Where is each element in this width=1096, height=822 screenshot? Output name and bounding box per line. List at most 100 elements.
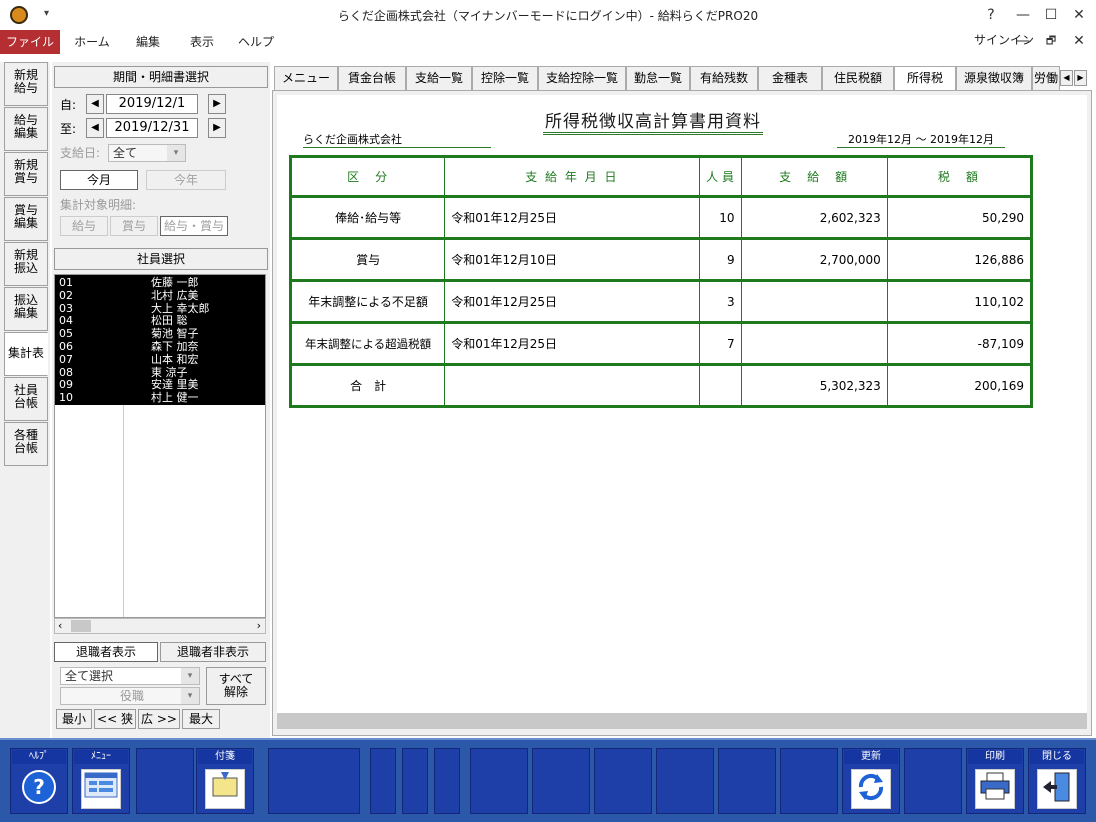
close-document-button[interactable]: ✕ [1066, 30, 1092, 52]
employee-row[interactable]: 07 山本 和宏 [55, 353, 265, 366]
detail-bonus-button[interactable]: 賞与 [110, 216, 158, 236]
employee-row[interactable]: 05 菊池 智子 [55, 328, 265, 340]
sticky-note-button[interactable]: 付箋 [196, 748, 254, 814]
scroll-left-icon[interactable]: ‹ [58, 619, 62, 632]
tab-various-ledger[interactable]: 各種 台帳 [4, 422, 48, 466]
tab-income-tax[interactable]: 所得税 [894, 66, 956, 91]
employee-row[interactable]: 06 森下 加奈 [55, 341, 265, 353]
to-prev-button[interactable]: ◀ [86, 118, 104, 138]
menu-file[interactable]: ファイル [0, 30, 60, 54]
tab-payment-deduction-list[interactable]: 支給控除一覧 [538, 66, 626, 90]
tab-labor[interactable]: 労働 [1032, 66, 1060, 90]
menu-edit[interactable]: 編集 [126, 30, 170, 54]
minimize-button[interactable]: — [1010, 4, 1036, 26]
restore-button[interactable]: 🗗 [1038, 30, 1064, 52]
print-button[interactable]: 印刷 [966, 748, 1024, 814]
menu-home[interactable]: ホーム [70, 30, 114, 54]
cell-pay-date: 令和01年12月25日 [444, 195, 700, 239]
column-divider [123, 405, 124, 617]
blank-function-key[interactable] [136, 748, 194, 814]
employee-row[interactable]: 10 村上 健一 [55, 392, 265, 404]
tab-denomination[interactable]: 金種表 [758, 66, 822, 90]
employee-row[interactable]: 04 松田 聡 [55, 315, 265, 327]
from-date-input[interactable]: 2019/12/1 [106, 94, 198, 114]
header-count: 人 員 [698, 156, 742, 197]
blank-function-key[interactable] [656, 748, 714, 814]
blank-function-key[interactable] [718, 748, 776, 814]
scroll-right-icon[interactable]: › [257, 619, 261, 632]
menu-help[interactable]: ヘルプ [234, 30, 278, 54]
report-scrollbar[interactable] [277, 713, 1087, 729]
close-window-button[interactable]: ✕ [1066, 4, 1092, 26]
blank-narrow-key-2[interactable] [402, 748, 428, 814]
blank-narrow-key-1[interactable] [370, 748, 396, 814]
employee-row[interactable]: 01 佐藤 一郎 [55, 277, 265, 289]
blank-wide-key[interactable] [268, 748, 360, 814]
menu-button[interactable]: ﾒﾆｭｰ [72, 748, 130, 814]
print-caption: 印刷 [968, 750, 1022, 764]
this-month-button[interactable]: 今月 [60, 170, 138, 190]
ribbon-minimize-button[interactable]: — [1010, 30, 1036, 52]
hide-retired-button[interactable]: 退職者非表示 [160, 642, 266, 662]
employee-list[interactable]: 01 佐藤 一郎 02 北村 広美 03 大上 幸太郎 04 松田 聡 05 菊池 智子 06 森下 … [54, 274, 266, 618]
tab-new-salary[interactable]: 新規 給与 [4, 62, 48, 106]
zoom-max-button[interactable]: 最大 [182, 709, 220, 729]
help-button[interactable]: ﾍﾙﾌﾟ ? [10, 748, 68, 814]
clear-all-button[interactable]: すべて 解除 [206, 667, 266, 705]
blank-narrow-key-3[interactable] [434, 748, 460, 814]
blank-function-key[interactable] [594, 748, 652, 814]
blank-function-key[interactable] [470, 748, 528, 814]
tab-scroll-right-icon[interactable]: ▶ [1074, 70, 1087, 86]
to-next-button[interactable]: ▶ [208, 118, 226, 138]
from-prev-button[interactable]: ◀ [86, 94, 104, 114]
tab-resident-tax[interactable]: 住民税額 [822, 66, 894, 90]
from-next-button[interactable]: ▶ [208, 94, 226, 114]
refresh-button[interactable]: 更新 [842, 748, 900, 814]
detail-salary-button[interactable]: 給与 [60, 216, 108, 236]
employee-row[interactable]: 02 北村 広美 [55, 289, 265, 302]
help-window-button[interactable]: ? [978, 4, 1004, 26]
tab-scroll-left-icon[interactable]: ◀ [1060, 70, 1073, 86]
tab-paid-leave[interactable]: 有給残数 [690, 66, 758, 90]
blank-function-key[interactable] [904, 748, 962, 814]
table-row: 年末調整による不足額 令和01年12月25日 3 110,102 [289, 279, 1033, 323]
cell-category: 賞与 [289, 237, 446, 281]
menu-view[interactable]: 表示 [180, 30, 224, 54]
show-retired-button[interactable]: 退職者表示 [54, 642, 158, 662]
detail-both-button[interactable]: 給与・賞与 [160, 216, 228, 236]
tab-new-transfer[interactable]: 新規 振込 [4, 242, 48, 286]
maximize-button[interactable]: ☐ [1038, 4, 1064, 26]
payday-select[interactable]: 全て ▾ [108, 144, 186, 162]
header-tax: 税 額 [886, 156, 1033, 197]
tab-edit-salary[interactable]: 給与 編集 [4, 107, 48, 151]
tab-deduction-list[interactable]: 控除一覧 [472, 66, 538, 90]
zoom-narrow-button[interactable]: << 狭 [94, 709, 136, 729]
employee-row[interactable]: 08 東 涼子 [55, 366, 265, 379]
to-date-input[interactable]: 2019/12/31 [106, 118, 198, 138]
tab-payment-list[interactable]: 支給一覧 [406, 66, 472, 90]
employee-name: 松田 聡 [151, 314, 188, 328]
menu-window-icon [81, 769, 121, 809]
blank-function-key[interactable] [532, 748, 590, 814]
scroll-thumb[interactable] [71, 620, 91, 632]
employee-row[interactable]: 09 安達 里美 [55, 379, 265, 391]
tab-attendance-list[interactable]: 勤怠一覧 [626, 66, 690, 90]
tab-employee-ledger[interactable]: 社員 台帳 [4, 377, 48, 421]
zoom-wide-button[interactable]: 広 >> [138, 709, 180, 729]
employee-list-scrollbar[interactable]: ‹ › [54, 618, 266, 634]
tab-wage-ledger[interactable]: 賃金台帳 [338, 66, 406, 90]
tab-new-bonus[interactable]: 新規 賞与 [4, 152, 48, 196]
blank-function-key[interactable] [780, 748, 838, 814]
employee-row[interactable]: 03 大上 幸太郎 [55, 302, 265, 315]
tab-summary[interactable]: 集計表 [4, 332, 48, 376]
position-dropdown[interactable]: 役職 ▾ [60, 687, 200, 705]
tab-menu[interactable]: メニュー [274, 66, 338, 90]
zoom-min-button[interactable]: 最小 [56, 709, 92, 729]
this-year-button[interactable]: 今年 [146, 170, 226, 190]
close-button[interactable]: 閉じる [1028, 748, 1086, 814]
select-all-dropdown[interactable]: 全て選択 ▾ [60, 667, 200, 685]
employee-code: 01 [59, 276, 73, 289]
tab-edit-transfer[interactable]: 振込 編集 [4, 287, 48, 331]
tab-edit-bonus[interactable]: 賞与 編集 [4, 197, 48, 241]
tab-withholding-book[interactable]: 源泉徴収簿 [956, 66, 1032, 90]
